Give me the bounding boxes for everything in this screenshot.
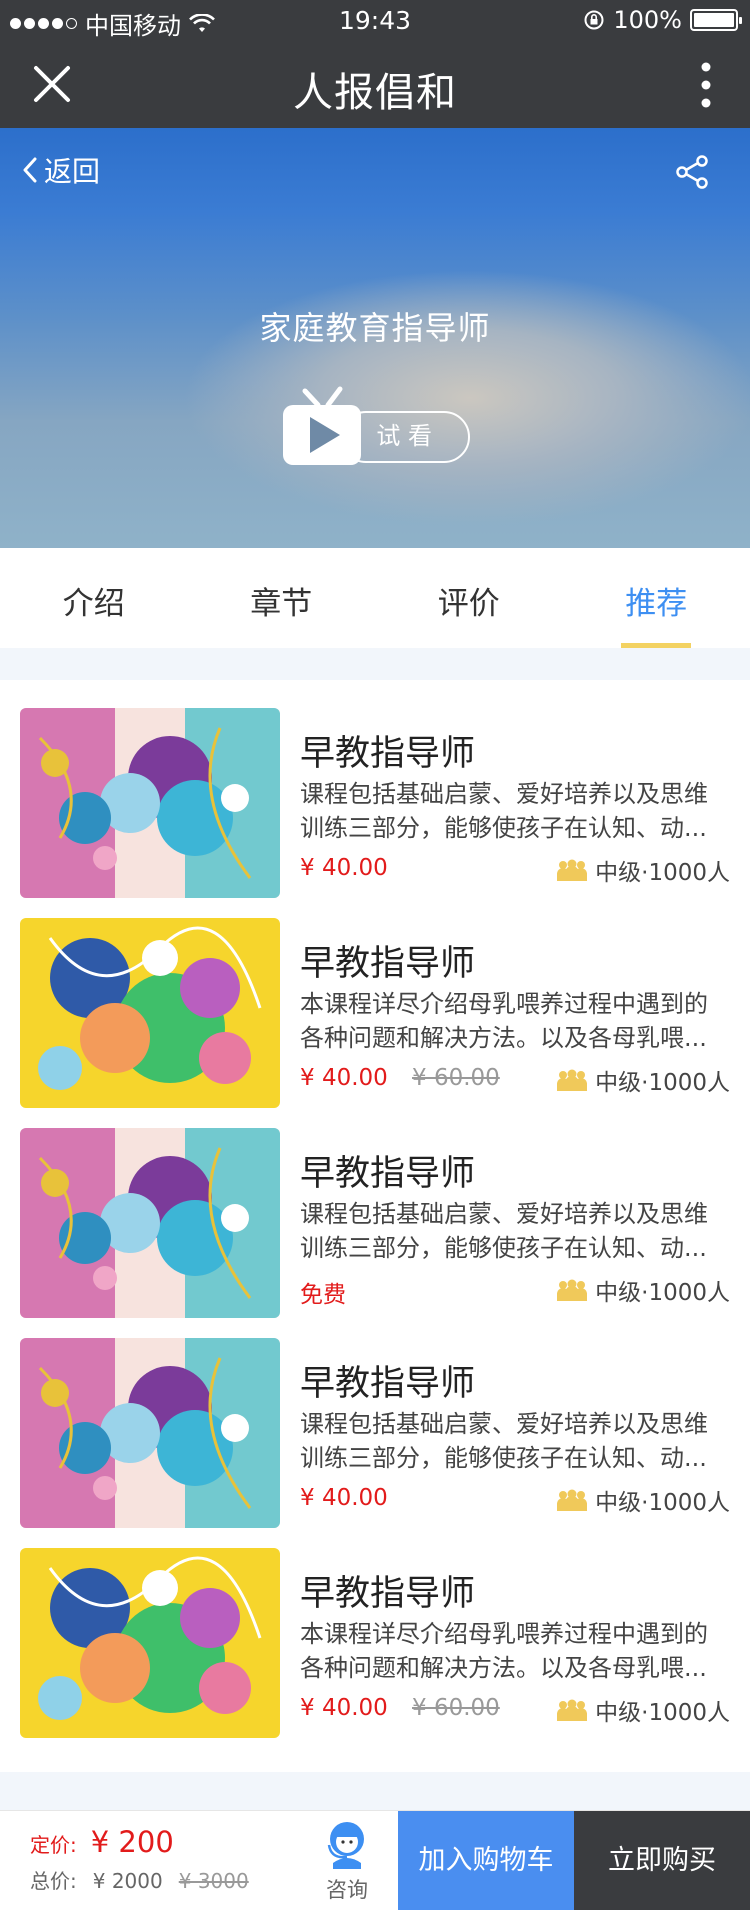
course-level-count: 中级·1000人 [595, 1280, 730, 1306]
tv-play-icon [283, 386, 361, 465]
recommend-list: 早教指导师课程包括基础启蒙、爱好培养以及思维训练三部分，能够使孩子在认知、动..… [0, 680, 750, 1772]
course-level-count: 中级·1000人 [595, 860, 730, 886]
buy-now-button[interactable]: 立即购买 [574, 1811, 750, 1910]
course-meta: 中级·1000人 [557, 1483, 730, 1517]
course-thumbnail [20, 1128, 280, 1318]
nav-title: 人报倡和 [293, 70, 457, 116]
course-title: 家庭教育指导师 [259, 309, 491, 347]
people-icon [557, 1069, 588, 1091]
course-price: 免费 [300, 1282, 346, 1308]
course-level-count: 中级·1000人 [595, 1490, 730, 1516]
total-price: ¥ 2000 [92, 1869, 163, 1893]
course-thumbnail [20, 708, 280, 898]
people-icon [557, 1279, 588, 1301]
course-name: 早教指导师 [300, 1364, 476, 1404]
course-name: 早教指导师 [300, 1574, 476, 1614]
trial-button[interactable]: 试 看 [280, 383, 470, 475]
share-icon[interactable] [674, 154, 710, 190]
list-price-label: 定价: [30, 1833, 77, 1857]
course-desc: 课程包括基础启蒙、爱好培养以及思维训练三部分，能够使孩子在认知、动... [300, 1410, 708, 1472]
more-icon[interactable] [700, 62, 712, 108]
course-level-count: 中级·1000人 [595, 1700, 730, 1726]
status-right: 100% [583, 6, 742, 34]
price-summary: 定价: ¥ 200 总价: ¥ 2000 ¥ 3000 [30, 1825, 249, 1894]
battery-icon [690, 9, 742, 31]
course-meta: 中级·1000人 [557, 1693, 730, 1727]
course-desc: 课程包括基础启蒙、爱好培养以及思维训练三部分，能够使孩子在认知、动... [300, 780, 708, 842]
consult-label: 咨询 [326, 1878, 368, 1902]
course-meta: 中级·1000人 [557, 853, 730, 887]
chevron-left-icon [23, 157, 37, 183]
bottom-bar: 定价: ¥ 200 总价: ¥ 2000 ¥ 3000 咨询 加入购物车 立即购… [0, 1810, 750, 1910]
course-thumbnail [20, 1548, 280, 1738]
course-thumbnail [20, 918, 280, 1108]
tab-reviews[interactable]: 评价 [375, 548, 563, 648]
customer-service-icon [327, 1822, 364, 1869]
people-icon [557, 1699, 588, 1721]
app-page: 中国移动 19:43 100% 人报倡和 返回 家庭教育指导师 试 看 介绍 章… [0, 0, 750, 1910]
course-price: ¥ 40.00 [300, 1485, 388, 1511]
course-meta: 中级·1000人 [557, 1063, 730, 1097]
course-price: ¥ 40.00 [300, 855, 388, 881]
status-bar: 中国移动 19:43 100% [0, 0, 750, 42]
course-price: ¥ 40.00 [300, 1065, 388, 1091]
list-price: ¥ 200 [90, 1825, 174, 1859]
battery-percent: 100% [613, 6, 682, 34]
course-meta: 中级·1000人 [557, 1273, 730, 1307]
add-to-cart-button[interactable]: 加入购物车 [398, 1811, 574, 1910]
total-old-price: ¥ 3000 [178, 1869, 249, 1893]
back-button[interactable]: 返回 [22, 150, 100, 190]
course-item[interactable]: 早教指导师课程包括基础启蒙、爱好培养以及思维训练三部分，能够使孩子在认知、动..… [0, 680, 750, 898]
consult-button[interactable]: 咨询 [312, 1819, 382, 1904]
course-desc: 本课程详尽介绍母乳喂养过程中遇到的各种问题和解决方法。以及各母乳喂... [300, 990, 708, 1052]
rotation-lock-icon [584, 10, 604, 30]
course-name: 早教指导师 [300, 1154, 476, 1194]
course-level-count: 中级·1000人 [595, 1070, 730, 1096]
course-hero: 返回 家庭教育指导师 试 看 [0, 128, 750, 548]
back-label: 返回 [44, 155, 101, 188]
course-name: 早教指导师 [300, 734, 476, 774]
course-old-price: ¥ 60.00 [412, 1065, 500, 1091]
course-name: 早教指导师 [300, 944, 476, 984]
tab-bar: 介绍 章节 评价 推荐 [0, 548, 750, 648]
tab-chapters[interactable]: 章节 [188, 548, 376, 648]
people-icon [557, 1489, 588, 1511]
tab-recommend[interactable]: 推荐 [563, 548, 750, 648]
course-desc: 课程包括基础启蒙、爱好培养以及思维训练三部分，能够使孩子在认知、动... [300, 1200, 708, 1262]
course-item[interactable]: 早教指导师本课程详尽介绍母乳喂养过程中遇到的各种问题和解决方法。以及各母乳喂..… [0, 1520, 750, 1738]
course-item[interactable]: 早教指导师课程包括基础启蒙、爱好培养以及思维训练三部分，能够使孩子在认知、动..… [0, 1310, 750, 1528]
course-item[interactable]: 早教指导师本课程详尽介绍母乳喂养过程中遇到的各种问题和解决方法。以及各母乳喂..… [0, 890, 750, 1108]
course-item[interactable]: 早教指导师课程包括基础启蒙、爱好培养以及思维训练三部分，能够使孩子在认知、动..… [0, 1100, 750, 1318]
course-price: ¥ 40.00 [300, 1695, 388, 1721]
course-desc: 本课程详尽介绍母乳喂养过程中遇到的各种问题和解决方法。以及各母乳喂... [300, 1620, 708, 1682]
tab-intro[interactable]: 介绍 [0, 548, 188, 648]
course-old-price: ¥ 60.00 [412, 1695, 500, 1721]
nav-bar: 人报倡和 [0, 42, 750, 128]
total-label: 总价: [30, 1869, 77, 1893]
people-icon [557, 859, 588, 881]
course-thumbnail [20, 1338, 280, 1528]
